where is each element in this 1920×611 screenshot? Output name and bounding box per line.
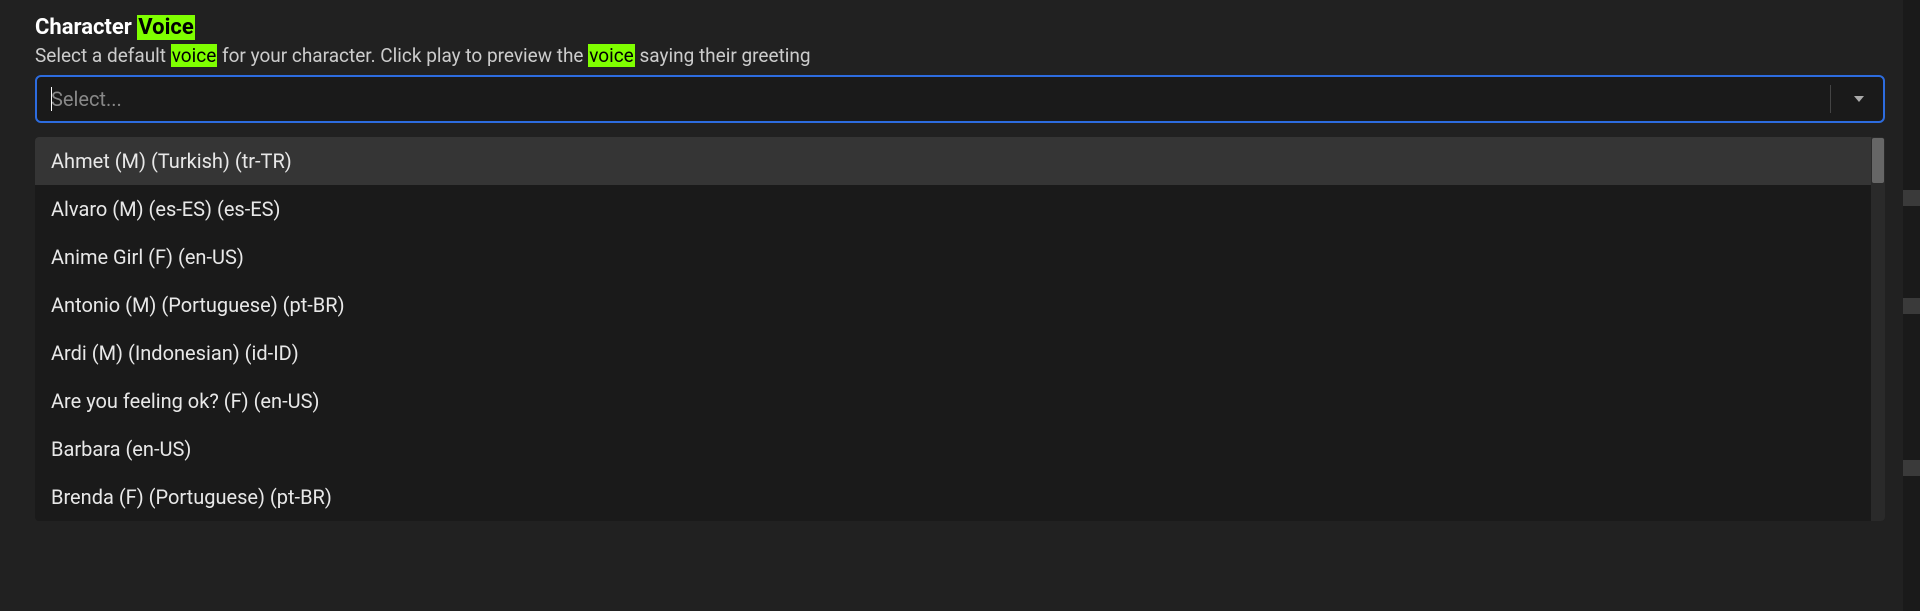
section-title: Character Voice xyxy=(35,15,1885,40)
voice-select-container: Select... Ahmet (M) (Turkish) (tr-TR)Alv… xyxy=(35,75,1885,521)
subtitle-part-1: Select a default xyxy=(35,44,171,67)
voice-option[interactable]: Ardi (M) (Indonesian) (id-ID) xyxy=(35,329,1885,377)
title-highlight: Voice xyxy=(137,15,194,40)
chevron-down-icon[interactable] xyxy=(1849,89,1869,109)
page-scrollbar[interactable] xyxy=(1903,0,1920,611)
dropdown-scrollbar-thumb[interactable] xyxy=(1872,138,1884,183)
select-divider xyxy=(1830,85,1831,113)
voice-dropdown-menu: Ahmet (M) (Turkish) (tr-TR)Alvaro (M) (e… xyxy=(35,137,1885,521)
text-cursor xyxy=(51,87,52,111)
voice-option[interactable]: Brenda (F) (Portuguese) (pt-BR) xyxy=(35,473,1885,521)
subtitle-part-3: saying their greeting xyxy=(635,44,811,67)
voice-option[interactable]: Ahmet (M) (Turkish) (tr-TR) xyxy=(35,137,1885,185)
select-placeholder: Select... xyxy=(51,87,122,111)
scrollbar-mark xyxy=(1903,460,1920,476)
title-prefix: Character xyxy=(35,15,137,40)
voice-option[interactable]: Antonio (M) (Portuguese) (pt-BR) xyxy=(35,281,1885,329)
scrollbar-mark xyxy=(1903,190,1920,206)
scrollbar-mark xyxy=(1903,298,1920,314)
dropdown-scrollbar-track[interactable] xyxy=(1871,137,1885,521)
voice-option[interactable]: Are you feeling ok? (F) (en-US) xyxy=(35,377,1885,425)
subtitle-part-2: for your character. Click play to previe… xyxy=(217,44,588,67)
subtitle-highlight-1: voice xyxy=(171,44,218,67)
voice-select-input[interactable]: Select... xyxy=(35,75,1885,123)
voice-option[interactable]: Alvaro (M) (es-ES) (es-ES) xyxy=(35,185,1885,233)
voice-option[interactable]: Anime Girl (F) (en-US) xyxy=(35,233,1885,281)
section-subtitle: Select a default voice for your characte… xyxy=(35,44,1885,67)
voice-option[interactable]: Barbara (en-US) xyxy=(35,425,1885,473)
subtitle-highlight-2: voice xyxy=(588,44,635,67)
